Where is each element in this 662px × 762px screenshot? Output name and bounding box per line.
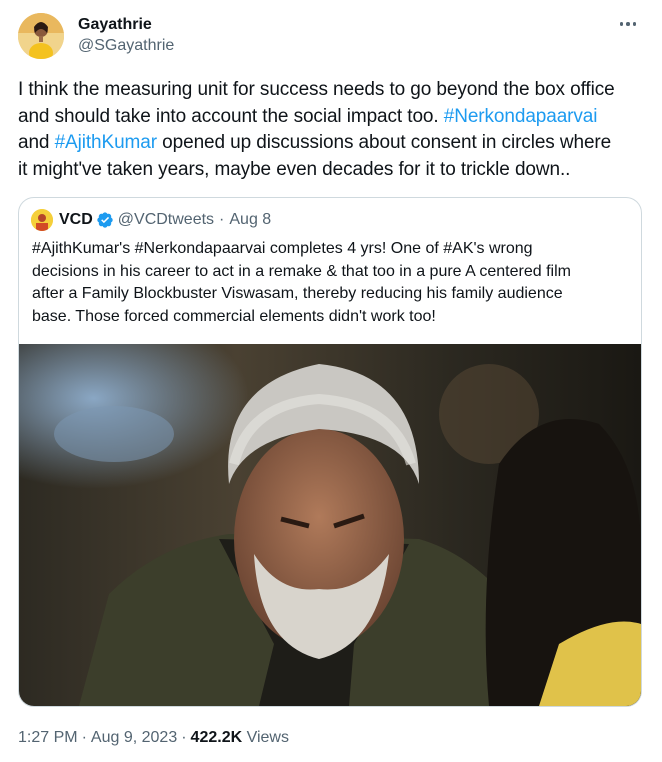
tweet-text-segment: it might've taken years, maybe even deca… (18, 158, 571, 180)
hashtag-link[interactable]: #Nerkondapaarvai (444, 106, 598, 127)
author-display-name[interactable]: Gayathrie (78, 15, 174, 35)
tweet-text-segment: opened up discussions about consent in c… (156, 132, 612, 153)
quoted-text-line: base. Those forced commercial elements d… (32, 307, 436, 325)
hashtag-link[interactable]: #AjithKumar (55, 132, 157, 153)
tweet-text-segment: and (18, 132, 55, 153)
tweet-text-segment: and should take into account the social … (18, 105, 444, 127)
quoted-tweet-header: VCD @VCDtweets · Aug 8 (31, 209, 271, 231)
quoted-text-line: after a Family Blockbuster Viswasam, the… (32, 285, 563, 302)
tweet-text-line: I think the measuring unit for success n… (18, 77, 644, 104)
tweet-date[interactable]: Aug 9, 2023 (91, 729, 177, 746)
separator-dot: · (181, 729, 187, 746)
tweet-meta: 1:27 PM · Aug 9, 2023 · 422.2K Views (18, 727, 289, 749)
quoted-tweet-text: #AjithKumar's #Nerkondapaarvai completes… (32, 238, 632, 328)
more-dots-icon[interactable] (614, 14, 642, 34)
verified-badge-icon (97, 212, 113, 228)
tweet-text-line: and #AjithKumar opened up discussions ab… (18, 130, 644, 157)
tweet-text-line: and should take into account the social … (18, 104, 644, 131)
quoted-tweet[interactable]: VCD @VCDtweets · Aug 8 #AjithKumar's #Ne… (18, 197, 642, 707)
quoted-media-image[interactable] (19, 344, 641, 706)
views-count[interactable]: 422.2K (191, 729, 243, 746)
quoted-avatar[interactable] (31, 209, 53, 231)
tweet-header: Gayathrie @SGayathrie (18, 10, 644, 62)
tweet: Gayathrie @SGayathrie I think the measur… (0, 0, 662, 762)
separator-dot: · (81, 729, 87, 746)
quoted-display-name[interactable]: VCD (59, 211, 93, 229)
quoted-handle[interactable]: @VCDtweets (118, 211, 214, 229)
tweet-time[interactable]: 1:27 PM (18, 729, 78, 746)
quoted-date[interactable]: Aug 8 (229, 211, 271, 229)
views-label: Views (246, 729, 289, 746)
separator-dot: · (219, 211, 225, 228)
quoted-text-line: decisions in his career to act in a rema… (32, 262, 571, 280)
author-names: Gayathrie @SGayathrie (78, 15, 174, 57)
quoted-text-line: #AjithKumar's #Nerkondapaarvai completes… (32, 240, 533, 257)
author-handle[interactable]: @SGayathrie (78, 35, 174, 57)
tweet-text-segment: I think the measuring unit for success n… (18, 79, 615, 100)
tweet-text: I think the measuring unit for success n… (18, 77, 644, 183)
avatar[interactable] (18, 13, 64, 59)
tweet-text-line: it might've taken years, maybe even deca… (18, 157, 644, 184)
